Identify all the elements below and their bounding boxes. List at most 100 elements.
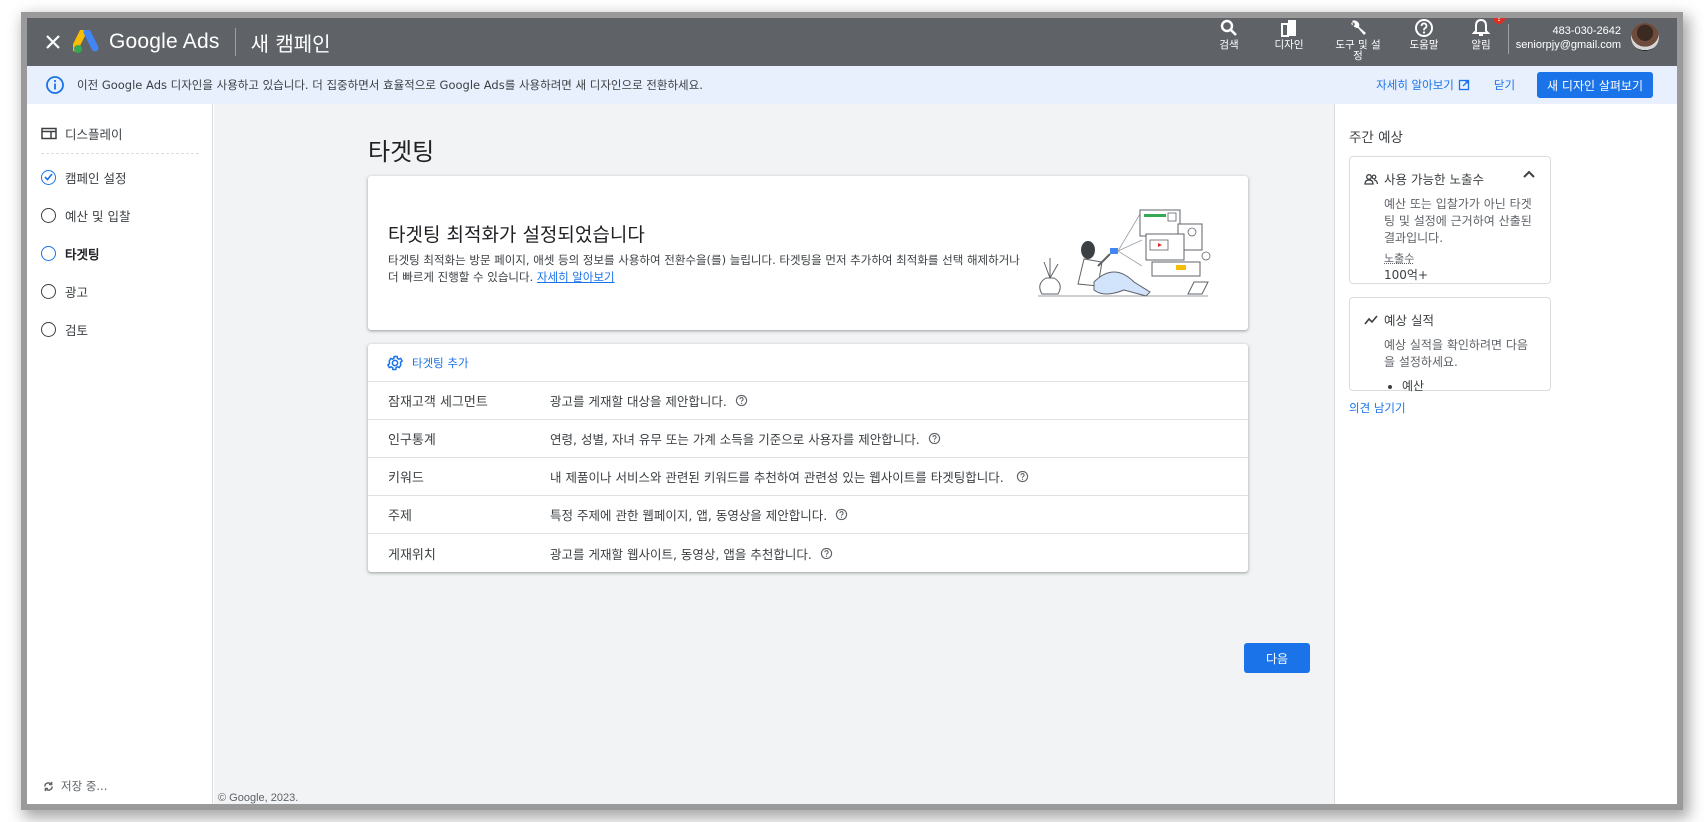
targeting-row-keywords[interactable]: 키워드 내 제품이나 서비스와 관련된 키워드를 추천하여 관련성 있는 웹사이… [368,458,1248,496]
help-button[interactable]: 도움말 [1403,18,1445,51]
step-label: 타겟팅 [65,246,100,262]
notification-badge: ! [1493,18,1505,24]
empty-circle-icon [41,321,56,337]
card-title: 사용 가능한 노출수 [1384,172,1484,187]
step-label: 캠페인 설정 [65,170,127,186]
notifications-label: 알림 [1471,39,1491,51]
campaign-type-label: 디스플레이 [65,127,123,142]
add-targeting-button[interactable]: 타겟팅 추가 [368,344,1248,382]
design-icon [1281,20,1296,37]
step-budget-bidding[interactable]: 예산 및 입찰 [27,196,212,234]
chevron-up-icon[interactable] [1522,167,1536,181]
tools-settings-label: 도구 및 설정 [1335,39,1381,62]
display-icon [41,127,57,140]
people-icon [1364,173,1378,185]
targeting-row-description: 광고를 게재할 웹사이트, 동영상, 앱을 추천합니다. [550,546,812,562]
empty-circle-icon [41,283,56,299]
top-bar: Google Ads 새 캠페인 검색 디자인 도구 및 설정 도움말 ! 알림… [27,18,1677,66]
step-label: 검토 [65,322,89,338]
step-targeting[interactable]: 타겟팅 [27,234,212,272]
customer-id: 483-030-2642 [1552,25,1621,37]
page-title: 타겟팅 [368,138,435,166]
title-divider [234,28,236,56]
card-title: 예상 실적 [1384,313,1434,328]
targeting-row-demographics[interactable]: 인구통계 연령, 성별, 자녀 유무 또는 가계 소득을 기준으로 사용자를 제… [368,420,1248,458]
add-targeting-label: 타겟팅 추가 [412,355,469,370]
wrench-icon [1351,20,1366,35]
brand-name: Google Ads [109,30,220,53]
help-icon[interactable] [820,547,833,560]
leave-feedback-link[interactable]: 의견 남기기 [1349,400,1406,416]
next-button[interactable]: 다음 [1244,643,1310,673]
help-icon[interactable] [835,508,848,521]
campaign-type-header: 디스플레이 [41,120,199,154]
saving-status: 저장 중... [43,778,107,794]
step-label: 예산 및 입찰 [65,208,131,224]
notifications-button[interactable]: ! 알림 [1461,18,1505,51]
panel-title: 주간 예상 [1349,130,1403,146]
targeting-row-audience-segments[interactable]: 잠재고객 세그먼트 광고를 게재할 대상을 제안합니다. [368,382,1248,420]
targeting-row-name: 인구통계 [388,433,436,448]
banner-learn-more-label: 자세히 알아보기 [1376,78,1454,92]
targeting-row-description: 내 제품이나 서비스와 관련된 키워드를 추천하여 관련성 있는 웹사이트를 타… [550,470,1004,485]
targeting-row-description: 광고를 게재할 대상을 제안합니다. [550,394,727,409]
step-ads[interactable]: 광고 [27,272,212,310]
available-impressions-card: 사용 가능한 노출수 예산 또는 입찰가가 아닌 타겟팅 및 설정에 근거하여 … [1349,156,1551,284]
banner-learn-more-link[interactable]: 자세히 알아보기 [1376,77,1470,93]
banner-actions: 자세히 알아보기 닫기 새 디자인 살펴보기 [1376,66,1653,104]
design-label: 디자인 [1274,39,1304,51]
targeting-row-name: 키워드 [388,471,424,486]
account-email: seniorpjy@gmail.com [1515,39,1621,51]
info-icon [46,76,64,94]
external-link-icon [1458,79,1470,91]
requirement-item: 예산 [1402,377,1550,394]
estimated-performance-card: 예상 실적 예상 실적을 확인하려면 다음을 설정하세요. 예산 [1349,297,1551,394]
search-icon [1220,19,1237,36]
search-button[interactable]: 검색 [1209,18,1249,51]
tools-settings-button[interactable]: 도구 및 설정 [1329,18,1387,62]
close-button[interactable] [43,32,63,52]
step-campaign-settings[interactable]: 캠페인 설정 [27,158,212,196]
close-icon [46,35,60,49]
card-header: 예상 실적 [1364,310,1550,329]
step-review[interactable]: 검토 [27,310,212,348]
optimization-text: 타겟팅 최적화는 방문 페이지, 애셋 등의 정보를 사용하여 전환수을(를) … [388,253,1020,284]
help-icon[interactable] [928,432,941,445]
optimization-card: 타겟팅 최적화가 설정되었습니다 타겟팅 최적화는 방문 페이지, 애셋 등의 … [368,176,1248,330]
saving-label: 저장 중... [61,779,108,793]
targeting-list: 타겟팅 추가 잠재고객 세그먼트 광고를 게재할 대상을 제안합니다. 인구통계… [368,344,1248,572]
help-icon[interactable] [735,394,748,407]
optimization-body: 타겟팅 최적화는 방문 페이지, 애셋 등의 정보를 사용하여 전환수을(를) … [388,252,1028,286]
help-icon [1415,19,1433,37]
help-icon[interactable] [1016,470,1029,483]
targeting-row-placements[interactable]: 게재위치 광고를 게재할 웹사이트, 동영상, 앱을 추천합니다. [368,534,1248,572]
targeting-row-description: 연령, 성별, 자녀 유무 또는 가계 소득을 기준으로 사용자를 제안합니다. [550,432,920,447]
card-body: 예상 실적을 확인하려면 다음을 설정하세요. [1384,338,1528,369]
new-design-button[interactable]: 새 디자인 살펴보기 [1537,72,1653,98]
copyright: © Google, 2023. [218,792,299,804]
account-info[interactable]: 483-030-2642 seniorpjy@gmail.com [1516,24,1621,52]
sync-icon [44,781,53,791]
banner-message: 이전 Google Ads 디자인을 사용하고 있습니다. 더 집중하면서 효율… [77,78,703,92]
targeting-row-name: 잠재고객 세그먼트 [388,395,488,410]
card-body: 예산 또는 입찰가가 아닌 타겟팅 및 설정에 근거하여 산출된 결과입니다. [1384,197,1532,245]
help-label: 도움말 [1409,39,1439,51]
banner-close-link[interactable]: 닫기 [1494,77,1515,93]
trend-icon [1364,314,1378,324]
step-list: 캠페인 설정 예산 및 입찰 타겟팅 광고 검토 [27,158,212,348]
targeting-row-description: 특정 주제에 관한 웹페이지, 앱, 동영상을 제안합니다. [550,508,828,523]
targeting-row-topics[interactable]: 주제 특정 주제에 관한 웹페이지, 앱, 동영상을 제안합니다. [368,496,1248,534]
avatar[interactable] [1631,23,1659,51]
app-window: Google Ads 새 캠페인 검색 디자인 도구 및 설정 도움말 ! 알림… [27,18,1677,804]
gear-icon [386,355,404,370]
impressions-label: 노출수 [1384,252,1415,265]
page-name: 새 캠페인 [250,31,331,56]
optimization-learn-more-link[interactable]: 자세히 알아보기 [537,270,615,284]
design-button[interactable]: 디자인 [1265,18,1313,51]
weekly-estimates-panel: 주간 예상 사용 가능한 노출수 예산 또는 입찰가가 아닌 타겟팅 및 설정에… [1334,104,1677,804]
google-ads-logo-icon [73,30,99,53]
design-banner: 이전 Google Ads 디자인을 사용하고 있습니다. 더 집중하면서 효율… [27,66,1677,104]
empty-circle-icon [41,207,56,223]
optimization-heading: 타겟팅 최적화가 설정되었습니다 [388,224,645,246]
active-circle-icon [41,245,56,261]
